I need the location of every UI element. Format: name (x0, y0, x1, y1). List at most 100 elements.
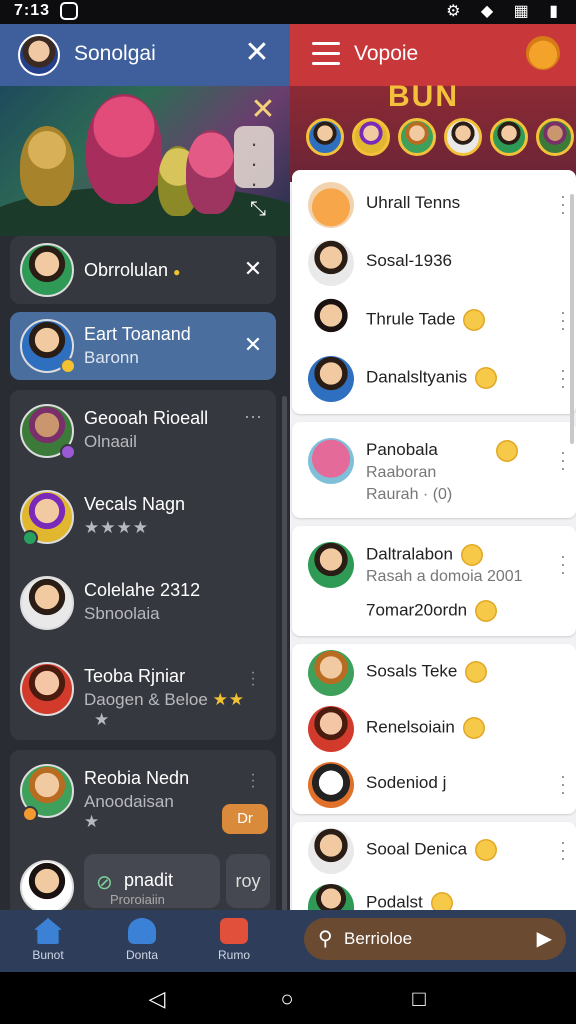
list-item[interactable]: Colelahe 2312 Sbnoolaia (10, 568, 276, 638)
list-item[interactable]: Teoba Rjniar Daogen & Beloe ★★ ★ · · · (10, 654, 276, 729)
status-badge (60, 358, 76, 374)
home-circle-icon[interactable]: ○ (272, 986, 302, 1011)
more-vertical-icon[interactable]: · · · (558, 443, 568, 477)
expand-icon[interactable]: ⤡ (246, 198, 270, 222)
avatar (308, 298, 354, 344)
banner-character (20, 126, 74, 206)
status-badge (22, 530, 38, 546)
story-avatar[interactable] (398, 118, 436, 156)
back-icon[interactable]: ◁ (142, 986, 172, 1011)
avatar (20, 243, 74, 297)
smile-emoji-icon (463, 309, 486, 331)
chip-button[interactable]: ⊘ pnadit Proroiaiin (84, 854, 220, 908)
status-time: 7:13 (14, 2, 51, 19)
pinned-chat-card-selected[interactable]: Eart Toanand Baronn ✕ (10, 312, 276, 380)
nav-item-contacts[interactable]: Donta (102, 918, 182, 962)
play-icon[interactable]: ▶ (537, 926, 552, 951)
more-horizontal-icon[interactable]: ··· (240, 406, 266, 427)
nav-label: Rumo (217, 948, 250, 962)
smile-emoji-icon (475, 367, 498, 389)
left-title: Sonolgai (74, 42, 156, 65)
smile-emoji-icon (475, 839, 498, 861)
scrollbar[interactable] (282, 396, 287, 910)
smile-emoji-icon (496, 440, 518, 462)
more-vertical-icon[interactable]: · · · (558, 303, 568, 337)
list-item[interactable]: Sosal-1936 (292, 234, 576, 292)
list-item[interactable]: Sooal Denica · · · (292, 822, 576, 880)
avatar (20, 662, 74, 716)
dismiss-icon[interactable]: ✕ (240, 256, 266, 282)
list-item[interactable]: Panobala Raaboran Raurah · (0) · · · (292, 432, 576, 503)
group-name: Daltralabon (366, 544, 483, 566)
chat-list-card: Geooah Rioeall Olnaail ··· Vecals Nagn ★… (10, 390, 276, 740)
story-avatar[interactable] (352, 118, 390, 156)
list-item[interactable]: Sodeniod j · · · (292, 756, 576, 814)
list-item[interactable]: Daltralabon Rasah a domoia 2001 · · · (292, 536, 576, 594)
group-card[interactable]: Panobala Raaboran Raurah · (0) · · · (292, 422, 576, 518)
list-item[interactable]: Renelsoiain (292, 700, 576, 758)
contact-name: Uhrall Tenns (366, 193, 461, 212)
group-card[interactable]: Daltralabon Rasah a domoia 2001 · · · 7oma… (292, 526, 576, 636)
nav-item-home[interactable]: Bunot (8, 918, 88, 962)
action-chip[interactable]: Dr (222, 804, 268, 834)
avatar (308, 182, 354, 228)
more-vertical-icon[interactable]: · · · (240, 665, 266, 693)
nav-item-rumo[interactable]: Rumo (194, 918, 274, 962)
nav-label: Bunot (32, 948, 64, 962)
more-vertical-icon[interactable]: · · · (558, 767, 568, 801)
story-avatar[interactable] (536, 118, 574, 156)
list-item[interactable]: Vecals Nagn ★★★★ (10, 482, 276, 552)
contact-card: Uhrall Tenns · · · Sosal-1936 Thrule Tade … (292, 170, 576, 414)
list-item[interactable]: 7omar20ordn (292, 596, 576, 630)
chip-button[interactable]: roy (226, 854, 270, 908)
chat-name: Geooah Rioeall (84, 408, 209, 428)
rating-stars: ★★ (212, 690, 246, 709)
banner-character (86, 94, 162, 204)
game-banner[interactable]: ✕ · · · ⤡ (0, 86, 290, 236)
nav-label: Donta (125, 948, 159, 962)
list-item[interactable]: Obrrolulan ● ✕ (10, 236, 276, 306)
search-input[interactable]: Berrioloe (344, 929, 412, 949)
profile-avatar[interactable] (18, 34, 60, 76)
close-icon[interactable]: ✕ (240, 36, 274, 70)
story-avatar[interactable] (490, 118, 528, 156)
rating-stars: ★★★★ (84, 518, 149, 537)
avatar (308, 240, 354, 286)
avatar (308, 828, 354, 874)
menu-icon[interactable] (312, 42, 340, 66)
group-subtitle: Raurah · (0) (366, 486, 453, 503)
contact-name: Renelsoiain (366, 717, 485, 739)
contact-card: Sosals Teke Renelsoiain Sodeniod j · · · (292, 644, 576, 814)
list-item[interactable]: Uhrall Tenns · · · (292, 176, 576, 234)
recents-icon[interactable]: □ (404, 986, 434, 1011)
left-pane: Sonolgai ✕ ✕ · · · ⤡ Obrrolulan ● ✕ Eart T… (0, 24, 290, 910)
contact-name: Sodeniod j (366, 773, 447, 792)
group-subtitle: 7omar20ordn (366, 600, 498, 622)
more-vertical-icon[interactable]: · · · (558, 547, 568, 581)
smile-emoji-icon (465, 661, 488, 683)
more-vertical-icon[interactable]: · · · (558, 187, 568, 221)
more-vertical-icon[interactable]: · · · (558, 361, 568, 395)
list-item[interactable]: Eart Toanand Baronn ✕ (10, 312, 276, 382)
contact-name: Thrule Tade (366, 309, 486, 331)
banner-close-icon[interactable]: ✕ (248, 95, 278, 126)
chat-name: Reobia Nedn (84, 768, 190, 788)
more-vertical-icon[interactable]: · · · (240, 767, 266, 795)
mascot-icon[interactable] (526, 36, 560, 70)
dismiss-icon[interactable]: ✕ (240, 332, 266, 358)
list-item[interactable]: Thrule Tade · · · (292, 292, 576, 350)
list-item[interactable]: Sosals Teke (292, 644, 576, 702)
chat-name: Vecals Nagn (84, 494, 186, 514)
story-avatar[interactable] (444, 118, 482, 156)
list-item[interactable]: Geooah Rioeall Olnaail ··· (10, 396, 276, 466)
list-item[interactable]: Danalsltyanis · · · (292, 350, 576, 408)
more-vertical-icon[interactable]: · · · (234, 126, 274, 195)
contact-card: Sooal Denica · · · Podalst (292, 822, 576, 922)
chat-list-card: Reobia Nedn Anoodaisan ★ · · · Dr ⊘ pnadit… (10, 750, 276, 910)
more-vertical-icon[interactable]: · · · (558, 833, 568, 867)
chat-name: Eart Toanand (84, 324, 191, 344)
pinned-chat-card[interactable]: Obrrolulan ● ✕ (10, 236, 276, 304)
story-avatar[interactable] (306, 118, 344, 156)
search-bar[interactable]: ⚲ Berrioloe ▶ (304, 918, 566, 960)
scrollbar[interactable] (570, 194, 574, 444)
